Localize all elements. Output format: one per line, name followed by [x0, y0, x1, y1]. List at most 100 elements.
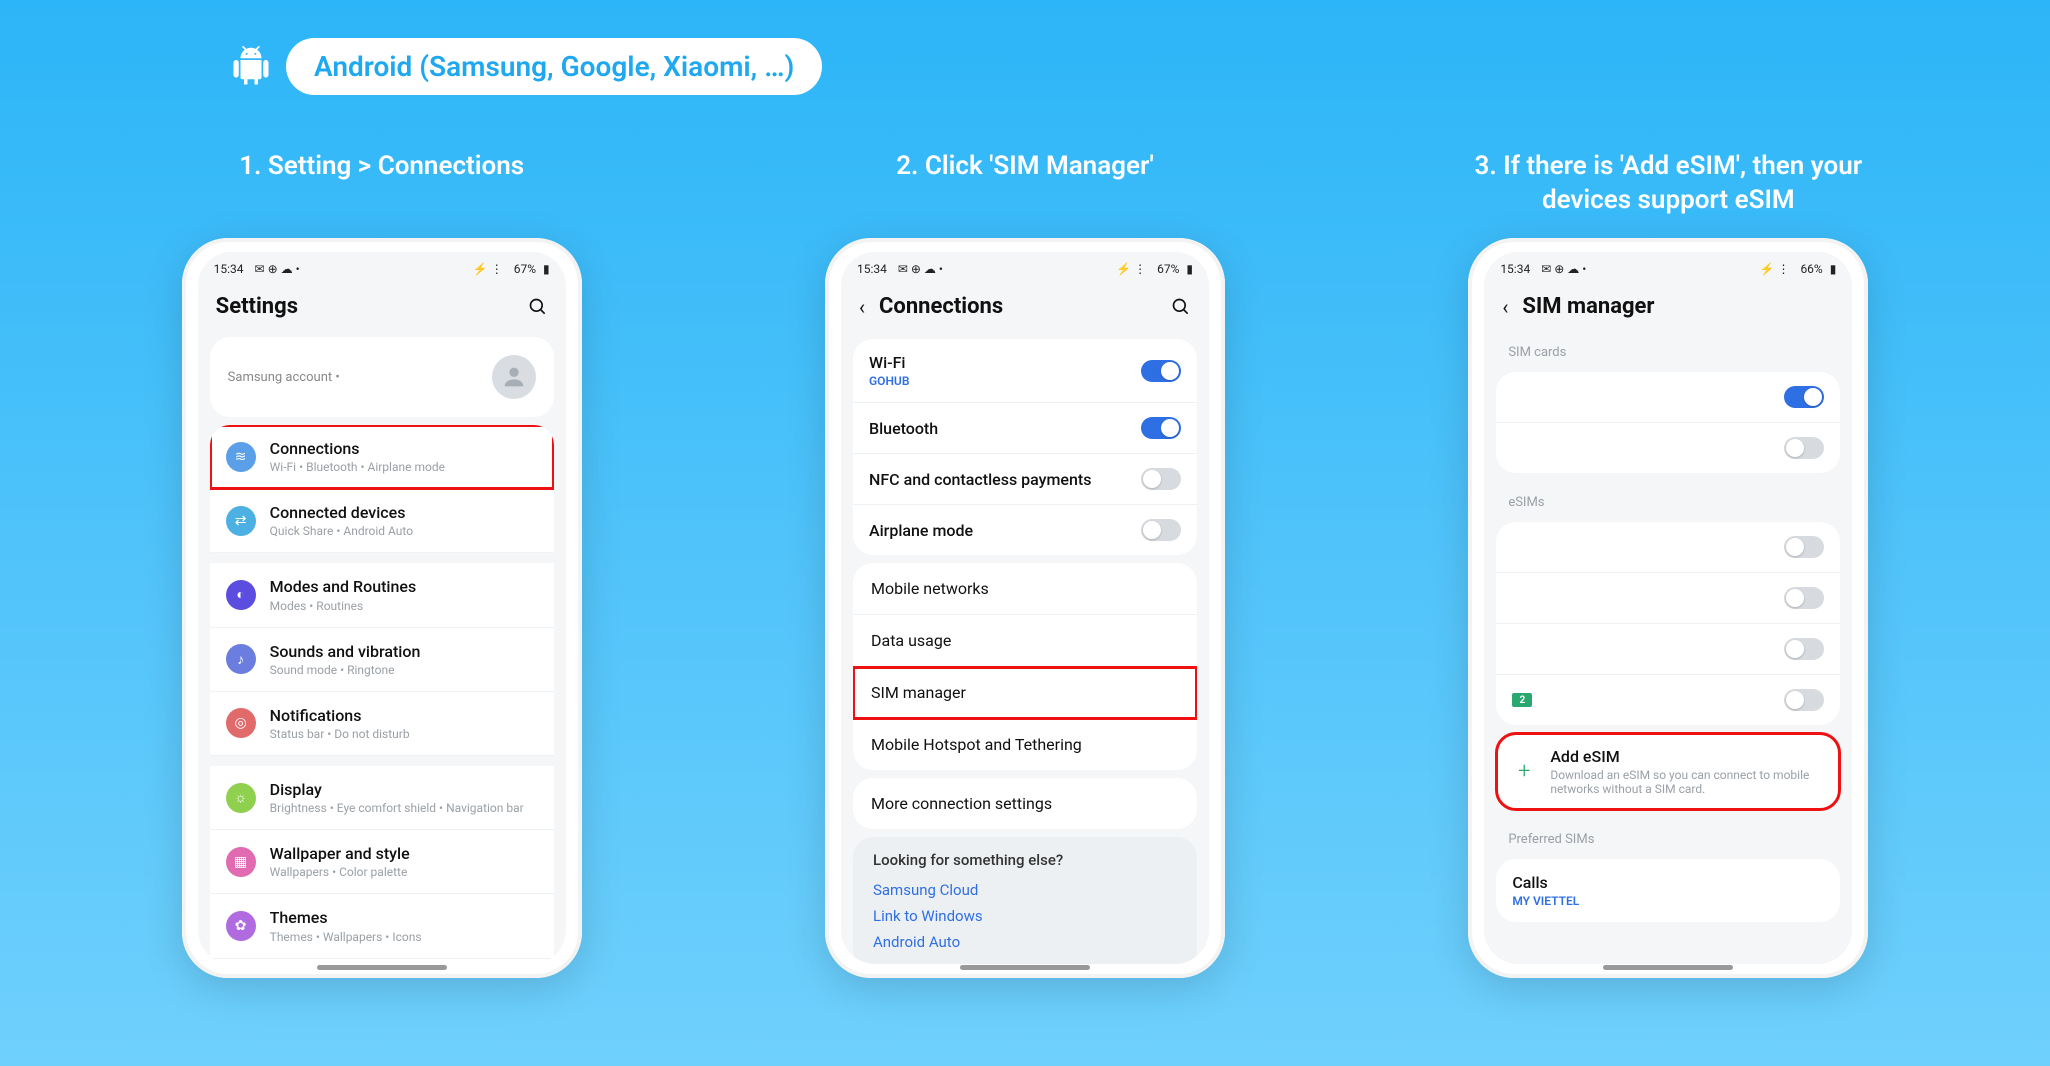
toggle-on-icon[interactable]	[1784, 386, 1824, 408]
more-settings-card: More connection settings	[853, 778, 1197, 829]
settings-group-1: ≋ConnectionsWi-Fi • Bluetooth • Airplane…	[210, 425, 554, 964]
connection-row-bluetooth[interactable]: Bluetooth	[853, 403, 1197, 454]
section-sim-cards: SIM cards	[1484, 331, 1852, 364]
settings-row-modes-and-routines[interactable]: ◐Modes and RoutinesModes • Routines	[210, 563, 554, 627]
row-title: Notifications	[270, 706, 538, 725]
settings-icon: ⇄	[226, 506, 256, 536]
settings-icon: ☼	[226, 783, 256, 813]
status-battery: ⚡ ⋮ 67% ▮	[473, 262, 550, 276]
phone-1-screen: 15:34 ✉ ⊕ ☁ • ⚡ ⋮ 67% ▮ Settings Samsung…	[198, 252, 566, 964]
settings-icon: ◎	[226, 708, 256, 738]
row-subtitle: Wallpapers • Color palette	[270, 865, 538, 879]
toggle-off-icon[interactable]	[1784, 638, 1824, 660]
suggestion-link-samsung-cloud[interactable]: Samsung Cloud	[873, 877, 1177, 903]
row-title: Themes	[270, 908, 538, 927]
toggle-icon[interactable]	[1141, 360, 1181, 382]
row-title: Connected devices	[270, 503, 538, 522]
row-subtitle: Themes • Wallpapers • Icons	[270, 930, 538, 944]
phone-2: 15:34 ✉ ⊕ ☁ • ⚡ ⋮ 67% ▮ ‹ Connections Wi…	[825, 238, 1225, 978]
calls-row[interactable]: Calls MY VIETTEL	[1496, 859, 1840, 922]
connection-row-airplane-mode[interactable]: Airplane mode	[853, 505, 1197, 555]
sim-number-icon: 2	[1512, 693, 1532, 707]
settings-row-notifications[interactable]: ◎NotificationsStatus bar • Do not distur…	[210, 692, 554, 756]
connection-row-data-usage[interactable]: Data usage	[853, 615, 1197, 667]
looking-for-card: Looking for something else? Samsung Clou…	[853, 837, 1197, 964]
settings-row-home-screen[interactable]: ⌂Home screenLayout • App icon badges	[210, 959, 554, 965]
esim-row-4[interactable]: 2	[1496, 675, 1840, 725]
status-bar: 15:34 ✉ ⊕ ☁ • ⚡ ⋮ 67% ▮	[841, 252, 1209, 280]
settings-icon: ✿	[226, 911, 256, 941]
row-subtitle: Wi-Fi • Bluetooth • Airplane mode	[270, 460, 538, 474]
row-title: Bluetooth	[869, 419, 1127, 438]
sim-cards-card	[1496, 372, 1840, 473]
row-title: Wallpaper and style	[270, 844, 538, 863]
toggle-off-icon[interactable]	[1784, 689, 1824, 711]
esim-row-2[interactable]	[1496, 573, 1840, 624]
row-title: NFC and contactless payments	[869, 470, 1127, 489]
title-bar: ‹ Connections	[841, 280, 1209, 331]
esim-row-3[interactable]	[1496, 624, 1840, 675]
settings-row-connected-devices[interactable]: ⇄Connected devicesQuick Share • Android …	[210, 489, 554, 553]
settings-row-display[interactable]: ☼DisplayBrightness • Eye comfort shield …	[210, 766, 554, 830]
toggle-icon[interactable]	[1141, 417, 1181, 439]
toggle-off-icon[interactable]	[1784, 536, 1824, 558]
add-esim-title: Add eSIM	[1550, 747, 1824, 766]
row-title: Sounds and vibration	[270, 642, 538, 661]
row-title: Connections	[270, 439, 538, 458]
phone-row: 15:34 ✉ ⊕ ☁ • ⚡ ⋮ 67% ▮ Settings Samsung…	[0, 238, 2050, 978]
suggestion-link-link-to-windows[interactable]: Link to Windows	[873, 903, 1177, 929]
row-title: Wi-Fi	[869, 353, 1127, 372]
back-icon[interactable]: ‹	[859, 295, 865, 319]
settings-row-themes[interactable]: ✿ Themes Themes • Wallpapers • Icons	[210, 894, 554, 958]
connection-row-wi-fi[interactable]: Wi-Fi GOHUB	[853, 339, 1197, 403]
status-bar: 15:34 ✉ ⊕ ☁ • ⚡ ⋮ 66% ▮	[1484, 252, 1852, 280]
more-connection-settings[interactable]: More connection settings	[853, 778, 1197, 829]
connection-row-mobile-hotspot-and-tethering[interactable]: Mobile Hotspot and Tethering	[853, 719, 1197, 770]
row-subtitle: Sound mode • Ringtone	[270, 663, 538, 677]
esims-card: 2	[1496, 522, 1840, 725]
looking-for-heading: Looking for something else?	[873, 851, 1177, 869]
back-icon[interactable]: ‹	[1502, 295, 1508, 319]
toggle-off-icon[interactable]	[1784, 587, 1824, 609]
phone-1: 15:34 ✉ ⊕ ☁ • ⚡ ⋮ 67% ▮ Settings Samsung…	[182, 238, 582, 978]
row-title: Airplane mode	[869, 521, 1127, 540]
suggestion-link-android-auto[interactable]: Android Auto	[873, 929, 1177, 955]
toggle-icon[interactable]	[1141, 519, 1181, 541]
row-subtitle: Modes • Routines	[270, 599, 538, 613]
settings-row-connections[interactable]: ≋ConnectionsWi-Fi • Bluetooth • Airplane…	[210, 425, 554, 489]
search-icon[interactable]	[1171, 297, 1191, 317]
calls-value: MY VIETTEL	[1512, 894, 1824, 908]
android-icon	[230, 46, 272, 88]
page-title: Settings	[216, 294, 298, 319]
add-esim-card[interactable]: + Add eSIM Download an eSIM so you can c…	[1496, 733, 1840, 810]
connection-row-mobile-networks[interactable]: Mobile networks	[853, 563, 1197, 615]
row-subtitle: GOHUB	[869, 374, 1127, 388]
title-bar: ‹ SIM manager	[1484, 280, 1852, 331]
step-1-caption: 1. Setting > Connections	[162, 150, 602, 218]
phone-2-screen: 15:34 ✉ ⊕ ☁ • ⚡ ⋮ 67% ▮ ‹ Connections Wi…	[841, 252, 1209, 964]
preferred-sims-card: Calls MY VIETTEL	[1496, 859, 1840, 922]
connection-row-nfc-and-contactless-payments[interactable]: NFC and contactless payments	[853, 454, 1197, 505]
sim-card-row-1[interactable]	[1496, 372, 1840, 423]
search-icon[interactable]	[528, 297, 548, 317]
status-time: 15:34 ✉ ⊕ ☁ •	[214, 262, 300, 276]
toggle-off-icon[interactable]	[1784, 437, 1824, 459]
settings-row-sounds-and-vibration[interactable]: ♪Sounds and vibrationSound mode • Ringto…	[210, 628, 554, 692]
page-title: SIM manager	[1522, 294, 1654, 319]
step-3-caption: 3. If there is 'Add eSIM', then your dev…	[1448, 150, 1888, 218]
esim-row-1[interactable]	[1496, 522, 1840, 573]
connections-toggles: Wi-Fi GOHUB Bluetooth NFC and contactless p…	[853, 339, 1197, 555]
page-title: Connections	[879, 294, 1003, 319]
platform-pill: Android (Samsung, Google, Xiaomi, …)	[286, 38, 822, 95]
header: Android (Samsung, Google, Xiaomi, …)	[230, 38, 822, 95]
calls-label: Calls	[1512, 873, 1824, 892]
section-preferred: Preferred SIMs	[1484, 818, 1852, 851]
row-subtitle: Brightness • Eye comfort shield • Naviga…	[270, 801, 538, 815]
toggle-icon[interactable]	[1141, 468, 1181, 490]
row-title: Modes and Routines	[270, 577, 538, 596]
connection-row-sim-manager[interactable]: SIM manager	[853, 667, 1197, 719]
sim-card-row-2[interactable]	[1496, 423, 1840, 473]
settings-row-wallpaper-and-style[interactable]: ▦Wallpaper and styleWallpapers • Color p…	[210, 830, 554, 894]
samsung-account-card[interactable]: Samsung account •	[210, 337, 554, 417]
step-2-caption: 2. Click 'SIM Manager'	[805, 150, 1245, 218]
